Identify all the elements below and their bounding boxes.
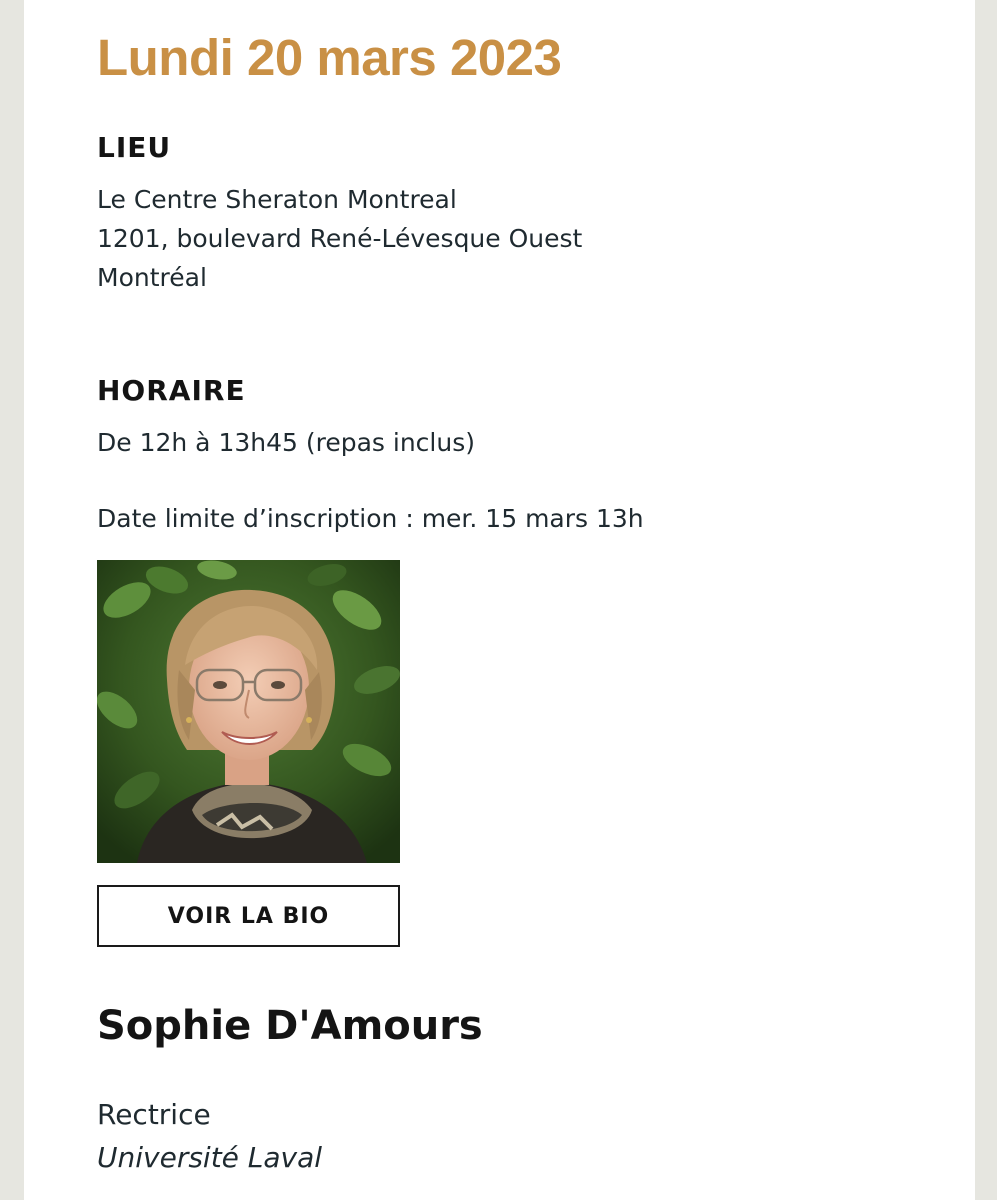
location-heading: LIEU <box>97 131 172 164</box>
registration-deadline: Date limite d’inscription : mer. 15 mars… <box>97 504 644 533</box>
event-date: Lundi 20 mars 2023 <box>97 29 562 86</box>
page-card: Lundi 20 mars 2023 LIEU Le Centre Sherat… <box>24 0 975 1200</box>
speaker-organization: Université Laval <box>97 1141 323 1174</box>
speaker-photo <box>97 560 400 863</box>
view-bio-button[interactable]: VOIR LA BIO <box>97 885 400 947</box>
location-address: 1201, boulevard René-Lévesque Ouest <box>97 224 583 253</box>
location-city: Montréal <box>97 263 207 292</box>
speaker-name: Sophie D'Amours <box>97 1003 483 1049</box>
schedule-heading: HORAIRE <box>97 374 246 407</box>
schedule-time: De 12h à 13h45 (repas inclus) <box>97 428 475 457</box>
location-venue: Le Centre Sheraton Montreal <box>97 185 457 214</box>
speaker-role: Rectrice <box>97 1098 211 1131</box>
